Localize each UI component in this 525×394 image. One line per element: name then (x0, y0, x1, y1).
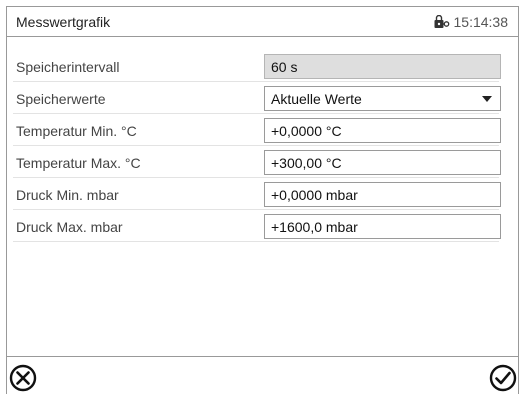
dropdown-selected-value: Aktuelle Werte (271, 91, 362, 107)
row-speicherintervall: Speicherintervall 60 s (13, 52, 501, 82)
cancel-icon[interactable] (8, 363, 38, 393)
status-area: 15:14:38 (434, 14, 509, 30)
clock-time: 15:14:38 (453, 14, 509, 30)
storage-values-dropdown[interactable]: Aktuelle Werte (264, 86, 501, 111)
interval-value-field: 60 s (264, 54, 501, 79)
row-druck-max: Druck Max. mbar +1600,0 mbar (13, 212, 501, 242)
bottom-bar (7, 356, 518, 394)
confirm-icon[interactable] (488, 363, 518, 393)
row-temperatur-min: Temperatur Min. °C +0,0000 °C (13, 116, 501, 146)
row-druck-min: Druck Min. mbar +0,0000 mbar (13, 180, 501, 210)
lock-key-icon (434, 15, 449, 28)
row-label: Druck Max. mbar (16, 219, 123, 235)
device-screen: Messwertgrafik 15:14:38 Speicherinterval… (6, 6, 519, 394)
temperature-max-input[interactable]: +300,00 °C (264, 150, 501, 175)
row-label: Temperatur Min. °C (16, 123, 137, 139)
row-label: Druck Min. mbar (16, 187, 119, 203)
chevron-down-icon[interactable] (482, 96, 492, 102)
temperature-min-input[interactable]: +0,0000 °C (264, 118, 501, 143)
title-bar: Messwertgrafik 15:14:38 (7, 7, 518, 37)
row-label: Temperatur Max. °C (16, 155, 141, 171)
row-temperatur-max: Temperatur Max. °C +300,00 °C (13, 148, 501, 178)
row-label: Speicherwerte (16, 91, 106, 107)
row-speicherwerte: Speicherwerte Aktuelle Werte (13, 84, 501, 114)
page-title: Messwertgrafik (16, 14, 111, 30)
pressure-min-input[interactable]: +0,0000 mbar (264, 182, 501, 207)
row-label: Speicherintervall (16, 59, 120, 75)
pressure-max-input[interactable]: +1600,0 mbar (264, 214, 501, 239)
